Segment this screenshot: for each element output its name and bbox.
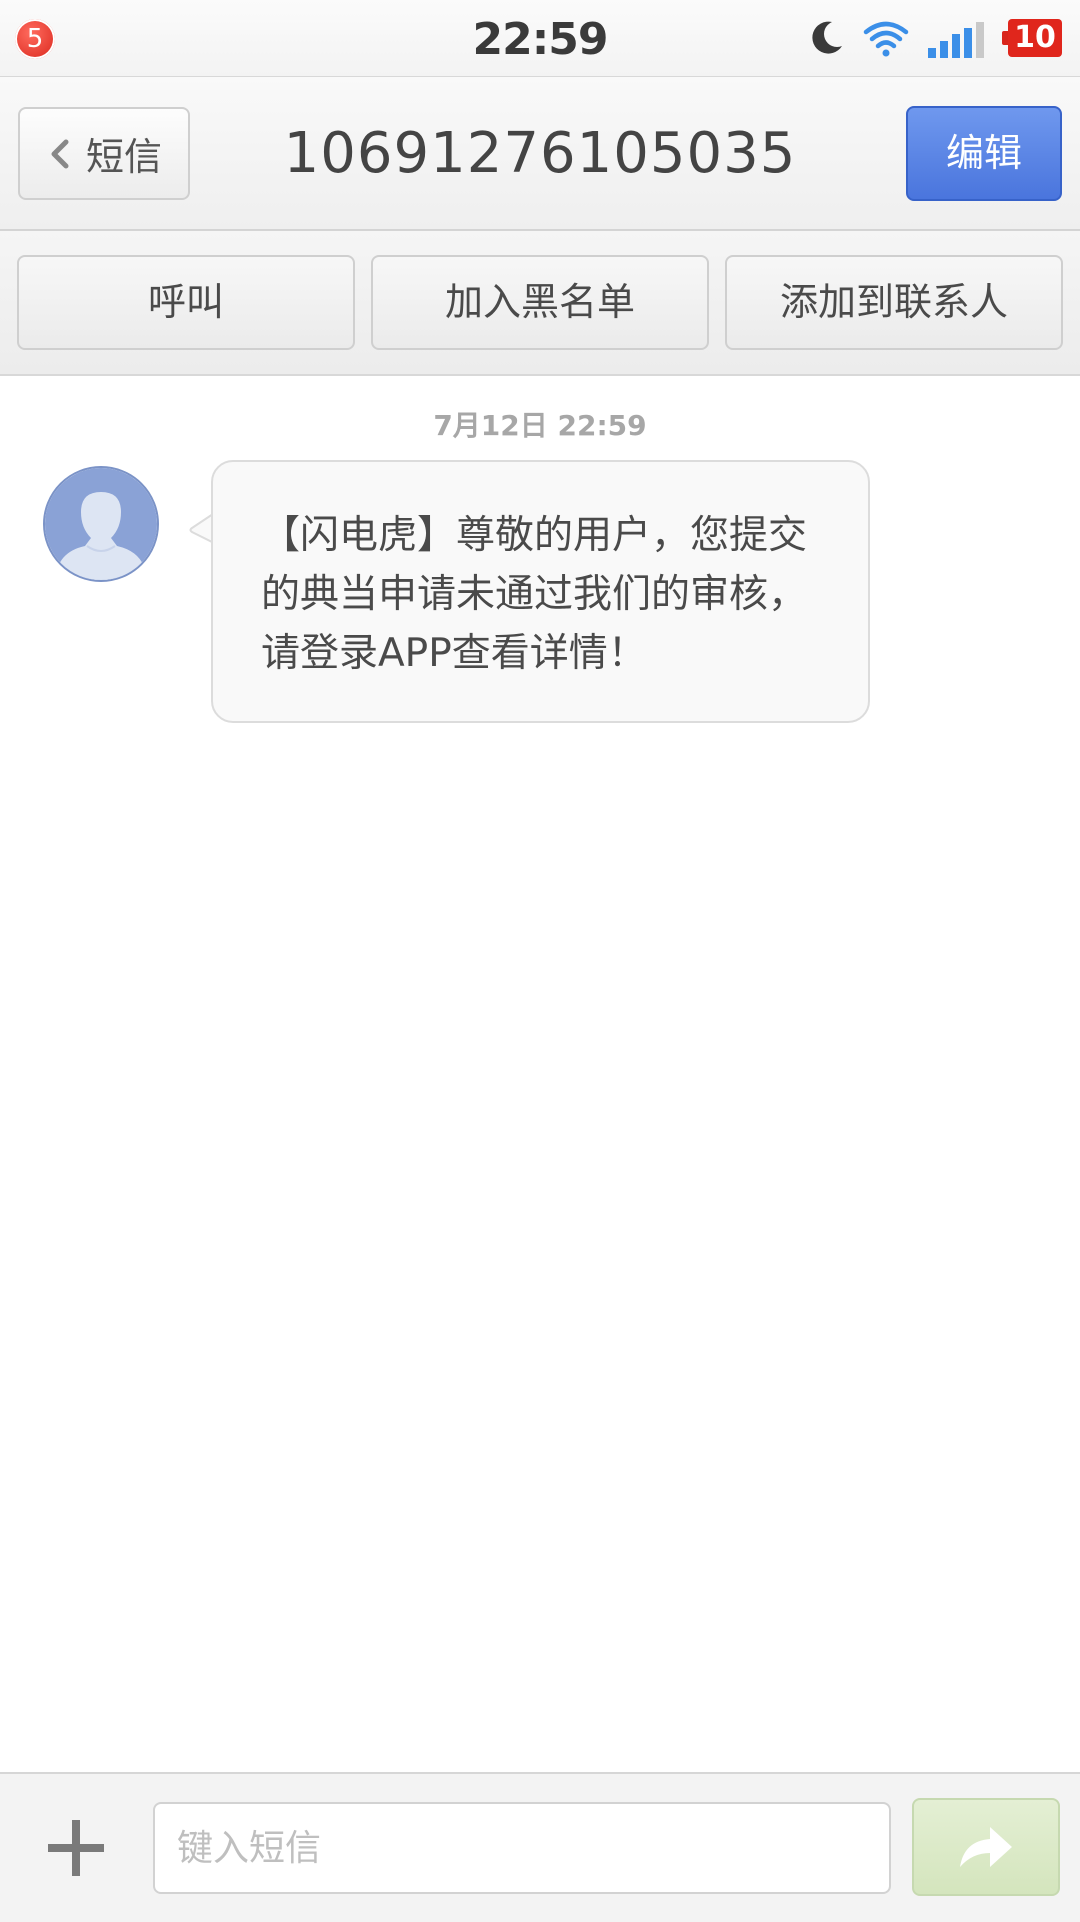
back-button[interactable]: 短信 [18, 107, 190, 200]
plus-icon[interactable] [46, 1818, 106, 1878]
sms-input[interactable] [153, 1802, 891, 1894]
call-button[interactable]: 呼叫 [17, 255, 355, 350]
message-bubble-body: 【闪电虎】尊敬的用户，您提交的典当申请未通过我们的审核，请登录APP查看详情！ [211, 460, 870, 723]
battery-icon: 10 [1002, 19, 1062, 57]
person-icon [45, 468, 157, 580]
add-contact-button[interactable]: 添加到联系人 [725, 255, 1063, 350]
signal-icon [928, 22, 984, 58]
send-arrow-icon [960, 1827, 1012, 1867]
edit-button[interactable]: 编辑 [906, 106, 1062, 201]
wifi-icon [863, 21, 909, 57]
message-bubble[interactable]: 【闪电虎】尊敬的用户，您提交的典当申请未通过我们的审核，请登录APP查看详情！ [186, 460, 870, 723]
moon-icon [812, 21, 842, 54]
avatar[interactable] [43, 466, 159, 582]
message-text: 【闪电虎】尊敬的用户，您提交的典当申请未通过我们的审核，请登录APP查看详情！ [261, 513, 808, 676]
block-button[interactable]: 加入黑名单 [371, 255, 709, 350]
back-button-label: 短信 [85, 135, 162, 179]
battery-level: 10 [1008, 19, 1062, 57]
send-button[interactable] [912, 1798, 1060, 1896]
compose-bar [0, 1772, 1080, 1922]
chevron-left-icon [51, 139, 69, 168]
action-bar: 呼叫 加入黑名单 添加到联系人 [0, 231, 1080, 376]
status-clock: 22:59 [472, 14, 608, 65]
message-timestamp: 7月12日 22:59 [433, 409, 647, 442]
status-bar: 5 22:59 10 [0, 0, 1080, 77]
page-title: 10691276105035 [283, 121, 797, 186]
nav-bar: 短信 10691276105035 编辑 [0, 77, 1080, 231]
conversation-view[interactable]: 7月12日 22:59 【闪电虎】尊敬的用户，您提交的典当申请未通过我们的审核，… [0, 376, 1080, 1772]
